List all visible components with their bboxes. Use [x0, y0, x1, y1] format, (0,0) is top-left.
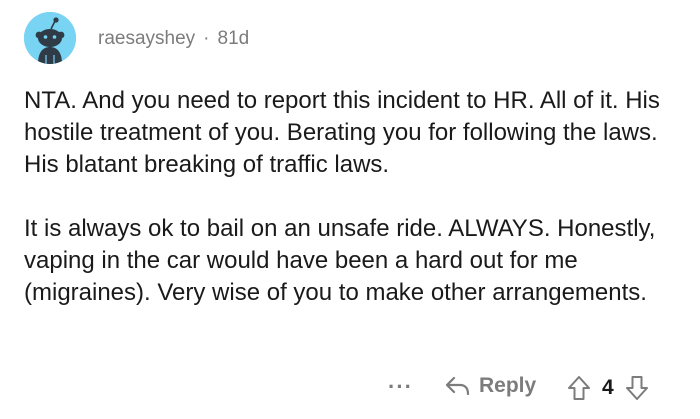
comment-paragraph: It is always ok to bail on an unsafe rid… [24, 215, 656, 306]
upvote-arrow-icon[interactable] [566, 374, 592, 402]
comment-meta: raesayshey · 81d [98, 27, 249, 51]
username[interactable]: raesayshey [98, 28, 195, 49]
comment-body: NTA. And you need to report this inciden… [24, 85, 684, 309]
comment-paragraph: NTA. And you need to report this inciden… [24, 87, 660, 178]
snoo-avatar-icon [24, 12, 76, 64]
reply-label: Reply [479, 374, 537, 397]
meta-separator: · [203, 28, 210, 49]
user-avatar[interactable] [24, 12, 76, 64]
vote-score: 4 [602, 376, 614, 399]
vote-controls: 4 [566, 374, 650, 402]
reply-arrow-icon [445, 376, 470, 396]
comment-actions: ··· Reply 4 [0, 372, 700, 408]
comment-age: 81d [217, 28, 250, 49]
reply-button[interactable]: Reply [445, 374, 536, 398]
downvote-arrow-icon[interactable] [624, 374, 650, 402]
comment: raesayshey · 81d NTA. And you need to repo… [0, 0, 700, 419]
more-options-button[interactable]: ··· [388, 374, 413, 400]
